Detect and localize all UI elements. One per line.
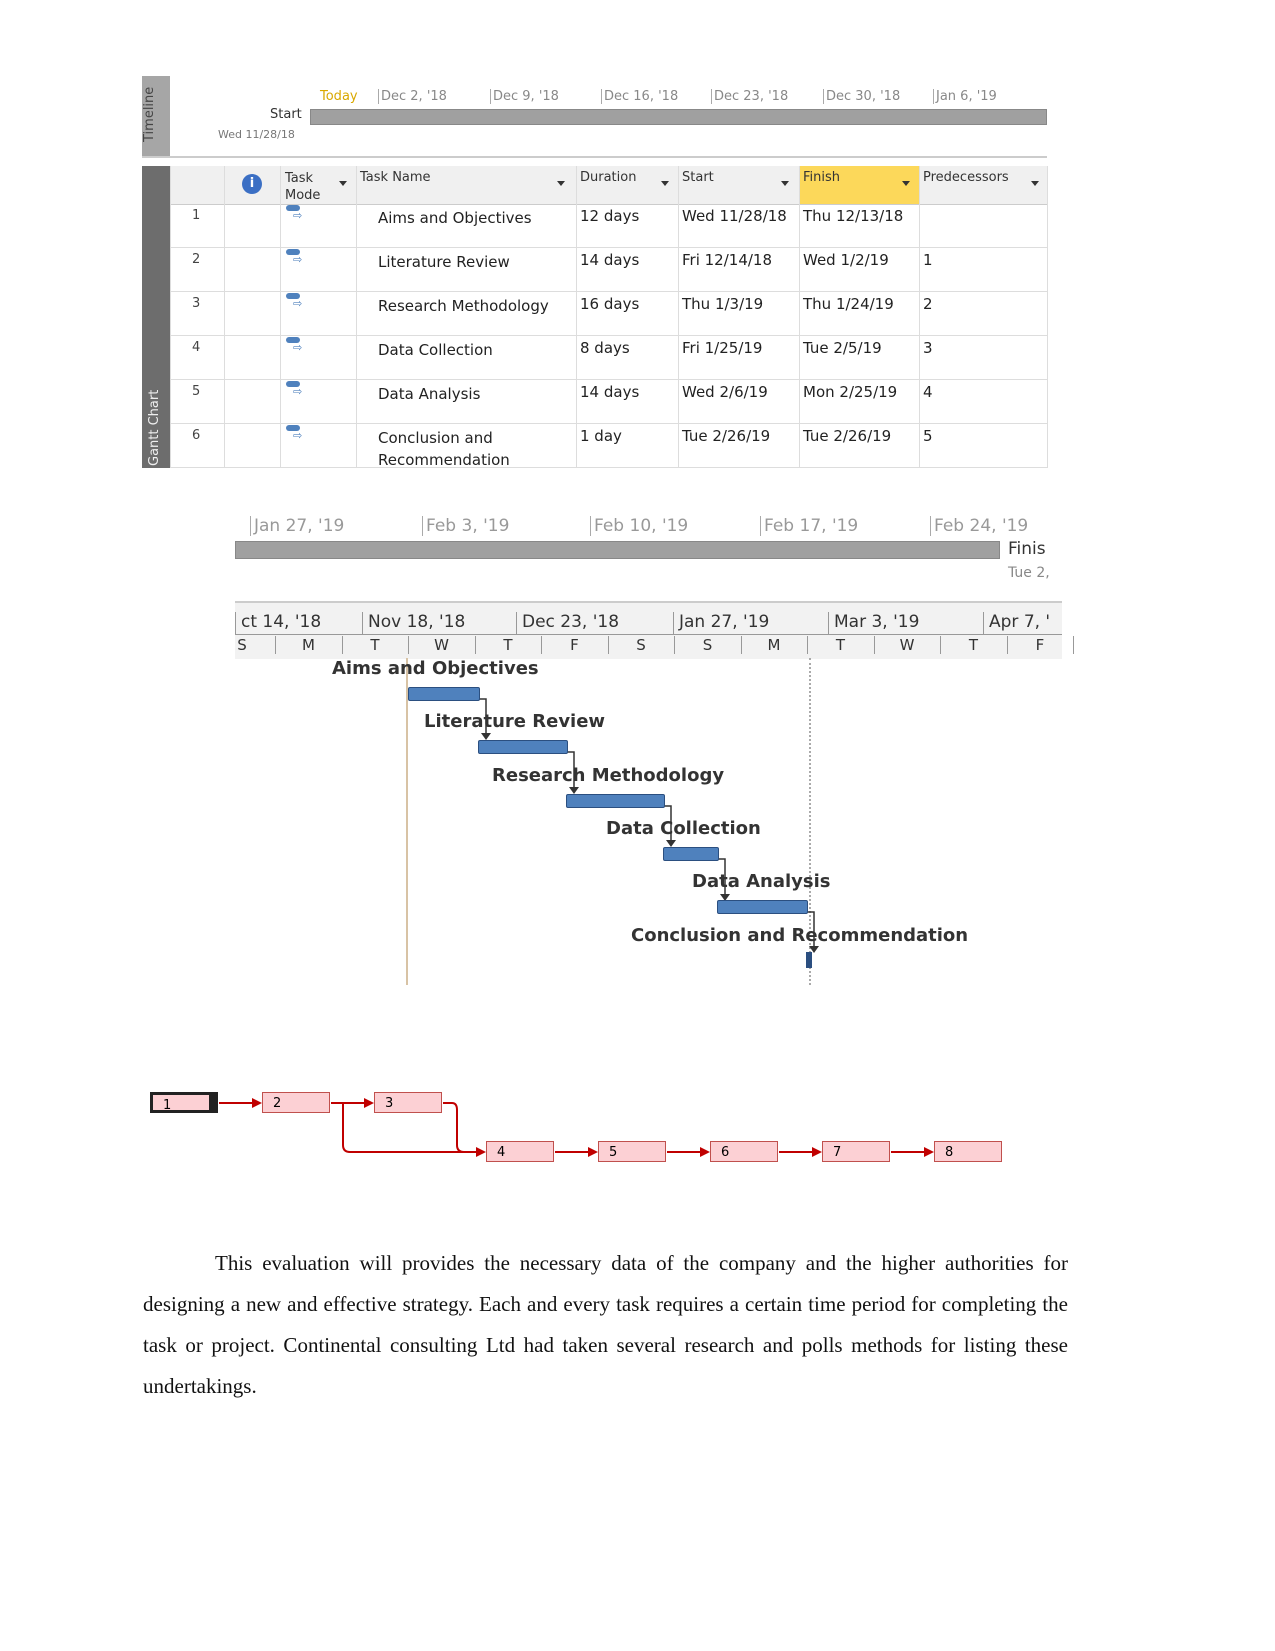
network-node[interactable]: 7	[822, 1141, 890, 1162]
network-links	[219, 1098, 934, 1157]
document-page: Timeline Today Dec 2, '18 Dec 9, '18 Dec 1…	[0, 0, 1275, 1651]
network-node[interactable]: 2	[262, 1092, 330, 1113]
network-node[interactable]: 5	[598, 1141, 666, 1162]
network-node[interactable]: 1	[150, 1092, 218, 1113]
network-node[interactable]: 4	[486, 1141, 554, 1162]
body-paragraph: This evaluation will provides the necess…	[143, 1251, 1068, 1398]
network-node[interactable]: 6	[710, 1141, 778, 1162]
network-node[interactable]: 3	[374, 1092, 442, 1113]
network-node[interactable]: 8	[934, 1141, 1002, 1162]
